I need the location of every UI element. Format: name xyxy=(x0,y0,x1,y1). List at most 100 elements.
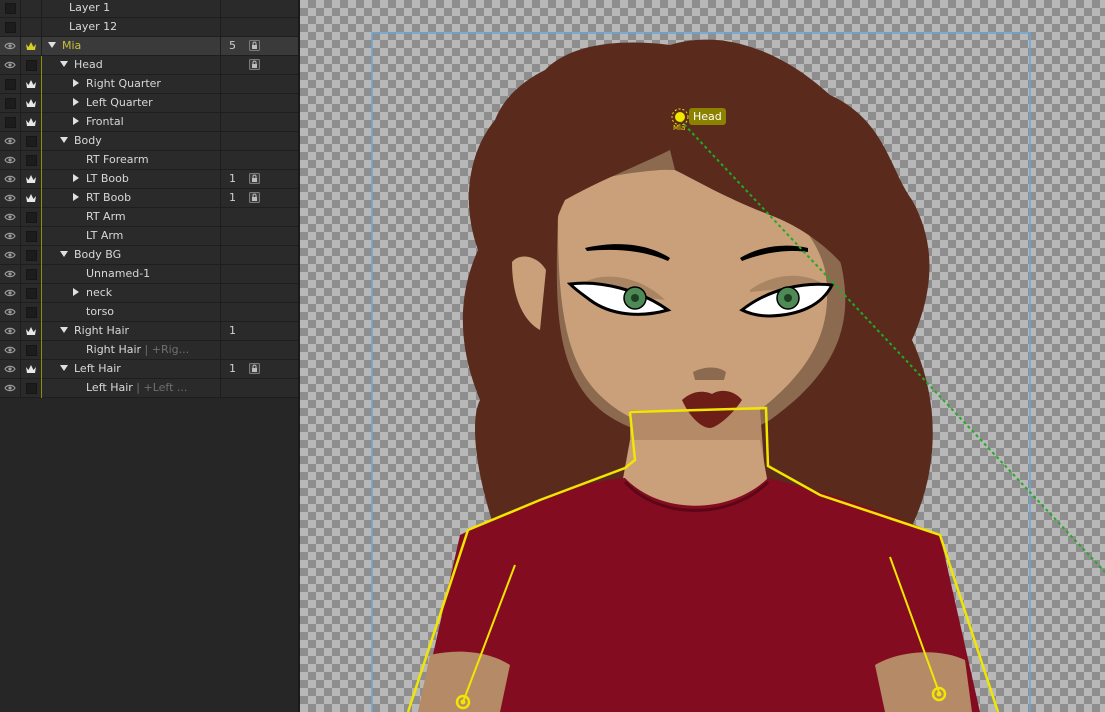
layer-row[interactable]: Head xyxy=(0,56,298,75)
expand-down-icon[interactable] xyxy=(60,61,68,67)
layer-row[interactable]: RT Arm xyxy=(0,208,298,227)
group-toggle[interactable] xyxy=(21,170,42,188)
expand-down-icon[interactable] xyxy=(60,365,68,371)
layer-row[interactable]: Layer 12 xyxy=(0,18,298,37)
layer-row[interactable]: Right Hair 1 xyxy=(0,322,298,341)
layer-name-cell[interactable]: Mia xyxy=(42,37,221,55)
group-toggle[interactable] xyxy=(21,284,42,302)
group-toggle[interactable] xyxy=(21,94,42,112)
collapse-right-icon[interactable] xyxy=(73,288,79,296)
visibility-toggle[interactable] xyxy=(0,208,21,226)
layer-name-cell[interactable]: LT Arm xyxy=(41,227,221,246)
expand-down-icon[interactable] xyxy=(60,137,68,143)
group-toggle[interactable] xyxy=(21,341,42,359)
visibility-toggle[interactable] xyxy=(0,322,21,340)
group-toggle[interactable] xyxy=(21,18,42,36)
collapse-right-icon[interactable] xyxy=(73,117,79,125)
layer-name-cell[interactable]: Left Quarter xyxy=(41,94,221,113)
layer-name-cell[interactable]: Frontal xyxy=(41,113,221,132)
group-toggle[interactable] xyxy=(21,0,42,17)
layer-row[interactable]: neck xyxy=(0,284,298,303)
layer-name-cell[interactable]: Right Quarter xyxy=(41,75,221,94)
visibility-toggle[interactable] xyxy=(0,379,21,397)
layer-name-cell[interactable]: RT Forearm xyxy=(41,151,221,170)
layer-name-cell[interactable]: torso xyxy=(41,303,221,322)
group-toggle[interactable] xyxy=(21,37,42,55)
collapse-right-icon[interactable] xyxy=(73,174,79,182)
collapse-right-icon[interactable] xyxy=(73,79,79,87)
visibility-toggle[interactable] xyxy=(0,170,21,188)
layer-row[interactable]: Body BG xyxy=(0,246,298,265)
group-toggle[interactable] xyxy=(21,56,42,74)
group-toggle[interactable] xyxy=(21,360,42,378)
layer-row[interactable]: Unnamed-1 xyxy=(0,265,298,284)
visibility-toggle[interactable] xyxy=(0,37,21,55)
layer-row[interactable]: RT Forearm xyxy=(0,151,298,170)
layer-row[interactable]: Mia 5 xyxy=(0,37,298,56)
collapse-right-icon[interactable] xyxy=(73,98,79,106)
visibility-toggle[interactable] xyxy=(0,56,21,74)
group-toggle[interactable] xyxy=(21,246,42,264)
layer-row[interactable]: Left Quarter xyxy=(0,94,298,113)
layer-name-cell[interactable]: Head xyxy=(41,56,221,75)
layer-name-cell[interactable]: RT Arm xyxy=(41,208,221,227)
visibility-toggle[interactable] xyxy=(0,113,21,131)
expand-down-icon[interactable] xyxy=(60,327,68,333)
visibility-toggle[interactable] xyxy=(0,284,21,302)
layer-row[interactable]: Frontal xyxy=(0,113,298,132)
layer-name-cell[interactable]: Layer 1 xyxy=(42,0,221,17)
visibility-toggle[interactable] xyxy=(0,246,21,264)
group-toggle[interactable] xyxy=(21,75,42,93)
layer-name-cell[interactable]: Layer 12 xyxy=(42,18,221,36)
expand-down-icon[interactable] xyxy=(60,251,68,257)
group-toggle[interactable] xyxy=(21,265,42,283)
visibility-toggle[interactable] xyxy=(0,18,21,36)
visibility-toggle[interactable] xyxy=(0,132,21,150)
layer-row[interactable]: Body xyxy=(0,132,298,151)
visibility-toggle[interactable] xyxy=(0,151,21,169)
layer-name-cell[interactable]: Right Hair xyxy=(41,322,221,341)
layer-row[interactable]: torso xyxy=(0,303,298,322)
layer-row[interactable]: Left Hair 1 xyxy=(0,360,298,379)
layer-row[interactable]: RT Boob 1 xyxy=(0,189,298,208)
layer-row[interactable]: LT Arm xyxy=(0,227,298,246)
layer-name: LT Boob xyxy=(86,172,129,185)
layer-name-cell[interactable]: neck xyxy=(41,284,221,303)
group-toggle[interactable] xyxy=(21,189,42,207)
visibility-eye-icon xyxy=(4,384,16,392)
group-toggle[interactable] xyxy=(21,208,42,226)
visibility-toggle[interactable] xyxy=(0,0,21,17)
layer-name-cell[interactable]: Unnamed-1 xyxy=(41,265,221,284)
visibility-toggle[interactable] xyxy=(0,189,21,207)
group-toggle[interactable] xyxy=(21,113,42,131)
visibility-toggle[interactable] xyxy=(0,75,21,93)
visibility-toggle[interactable] xyxy=(0,303,21,321)
layer-name-cell[interactable]: RT Boob xyxy=(41,189,221,208)
visibility-toggle[interactable] xyxy=(0,360,21,378)
group-toggle[interactable] xyxy=(21,303,42,321)
group-toggle[interactable] xyxy=(21,322,42,340)
layer-row[interactable]: Layer 1 xyxy=(0,0,298,18)
collapse-right-icon[interactable] xyxy=(73,193,79,201)
layer-row[interactable]: Right Quarter xyxy=(0,75,298,94)
layer-name-cell[interactable]: Body BG xyxy=(41,246,221,265)
expand-down-icon[interactable] xyxy=(48,42,56,48)
layer-name-cell[interactable]: Body xyxy=(41,132,221,151)
head-handle-label[interactable]: Head xyxy=(689,108,726,125)
layer-row[interactable]: LT Boob 1 xyxy=(0,170,298,189)
group-toggle[interactable] xyxy=(21,151,42,169)
layer-row[interactable]: Right Hair | +Rig... xyxy=(0,341,298,360)
layer-row[interactable]: Left Hair | +Left ... xyxy=(0,379,298,398)
visibility-toggle[interactable] xyxy=(0,227,21,245)
layer-name-cell[interactable]: Left Hair | +Left ... xyxy=(41,379,221,398)
visibility-toggle[interactable] xyxy=(0,94,21,112)
layer-name-cell[interactable]: Right Hair | +Rig... xyxy=(41,341,221,360)
layer-name-cell[interactable]: LT Boob xyxy=(41,170,221,189)
visibility-toggle[interactable] xyxy=(0,341,21,359)
group-toggle[interactable] xyxy=(21,227,42,245)
group-toggle[interactable] xyxy=(21,132,42,150)
layer-name-cell[interactable]: Left Hair xyxy=(41,360,221,379)
visibility-toggle[interactable] xyxy=(0,265,21,283)
group-toggle[interactable] xyxy=(21,379,42,397)
canvas[interactable]: Head Mia xyxy=(300,0,1105,712)
